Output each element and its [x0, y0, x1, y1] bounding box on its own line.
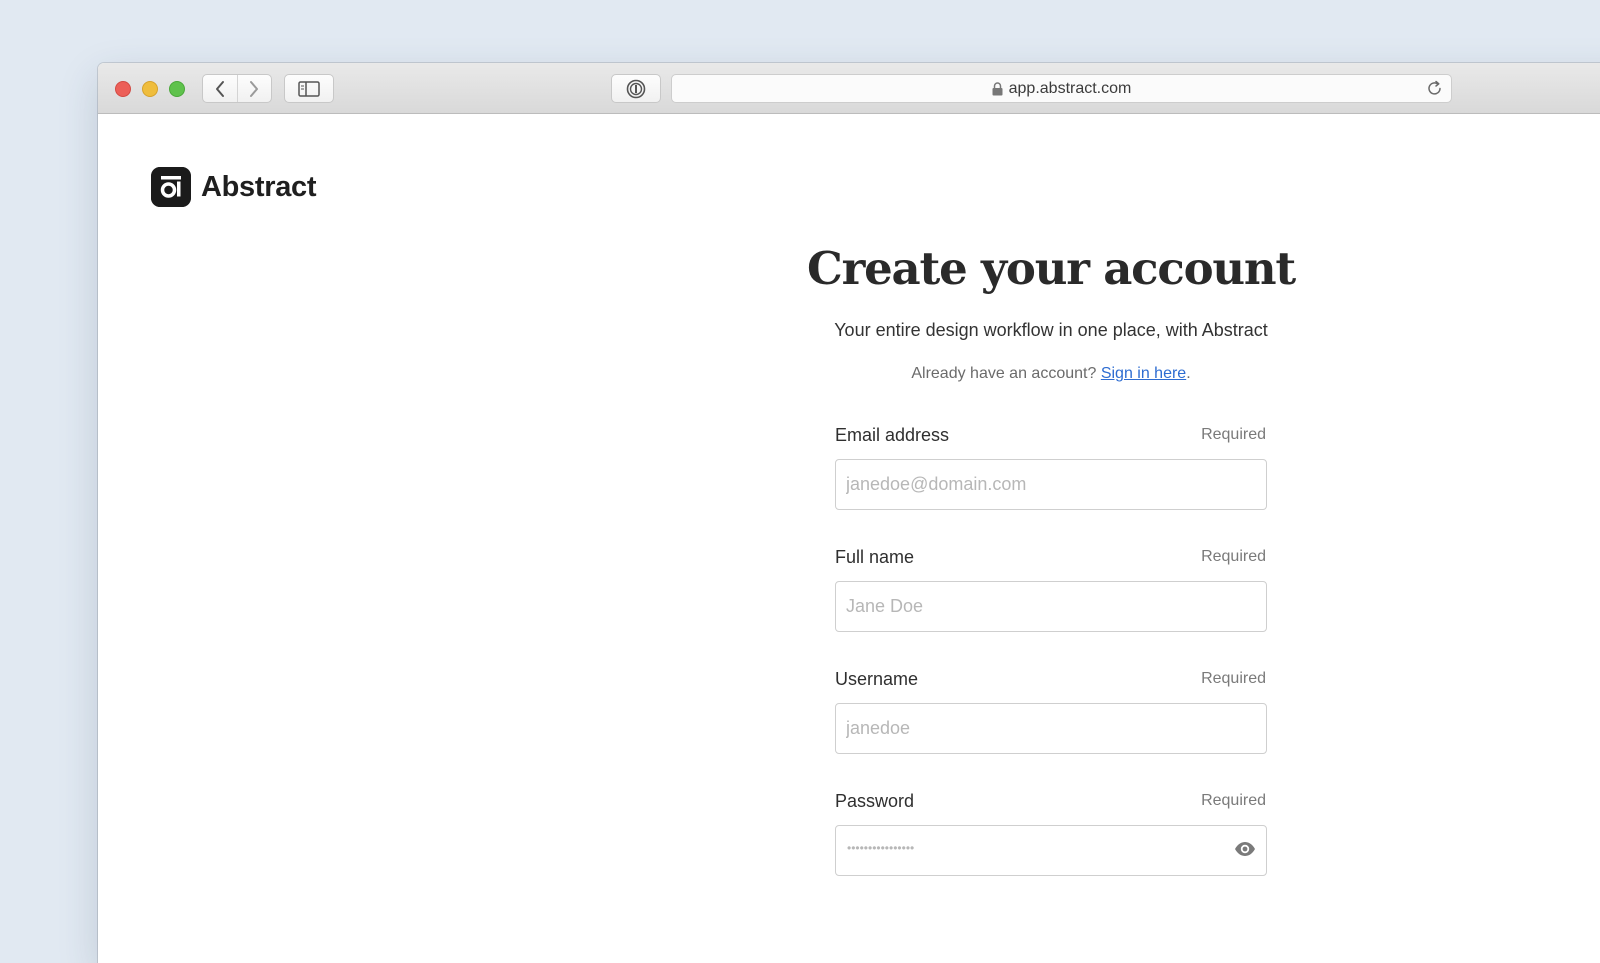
- signin-prompt: Already have an account? Sign in here.: [725, 365, 1377, 383]
- address-bar[interactable]: app.abstract.com: [671, 74, 1452, 103]
- sidebar-icon: [298, 80, 320, 97]
- browser-window: app.abstract.com Abstract Create your ac…: [98, 63, 1600, 963]
- page-title: Create your account: [806, 242, 1296, 295]
- full-name-required-label: Required: [1201, 548, 1266, 565]
- brand-name: Abstract: [201, 170, 317, 203]
- page-subtitle: Your entire design workflow in one place…: [834, 320, 1268, 340]
- page-content: Abstract Create your account Your entire…: [98, 114, 1600, 963]
- url-text: app.abstract.com: [1008, 79, 1132, 97]
- zoom-window-button[interactable]: [169, 81, 185, 97]
- back-button[interactable]: [203, 75, 237, 102]
- username-label: Username: [835, 669, 919, 689]
- abstract-logo-icon: [151, 167, 191, 207]
- reload-icon[interactable]: [1426, 80, 1443, 97]
- full-name-label: Full name: [835, 547, 915, 567]
- sidebar-toggle-button[interactable]: [284, 74, 334, 103]
- lock-icon: [992, 81, 1003, 95]
- nav-button-group: [202, 74, 272, 103]
- password-label: Password: [835, 791, 915, 811]
- signin-prompt-text: Already have an account?: [911, 365, 1097, 382]
- minimize-window-button[interactable]: [142, 81, 158, 97]
- email-field[interactable]: [835, 459, 1267, 510]
- forward-button[interactable]: [236, 75, 272, 102]
- close-window-button[interactable]: [115, 81, 131, 97]
- email-required-label: Required: [1201, 426, 1266, 443]
- signin-link[interactable]: Sign in here: [1101, 365, 1186, 382]
- full-name-field[interactable]: [835, 581, 1267, 632]
- chevron-right-icon: [250, 80, 259, 97]
- password-required-label: Required: [1201, 792, 1266, 809]
- chevron-left-icon: [215, 80, 224, 97]
- eye-icon[interactable]: [1234, 841, 1256, 857]
- password-manager-button[interactable]: [611, 74, 661, 103]
- username-required-label: Required: [1201, 670, 1266, 687]
- signin-suffix: .: [1186, 365, 1191, 382]
- browser-toolbar: app.abstract.com: [98, 63, 1600, 114]
- username-field[interactable]: [835, 703, 1267, 754]
- 1password-icon: [626, 79, 646, 98]
- password-masked-value: ••••••••••••••••: [847, 841, 915, 855]
- password-field[interactable]: ••••••••••••••••: [835, 825, 1267, 876]
- brand-logo[interactable]: Abstract: [151, 167, 317, 207]
- email-label: Email address: [835, 425, 950, 445]
